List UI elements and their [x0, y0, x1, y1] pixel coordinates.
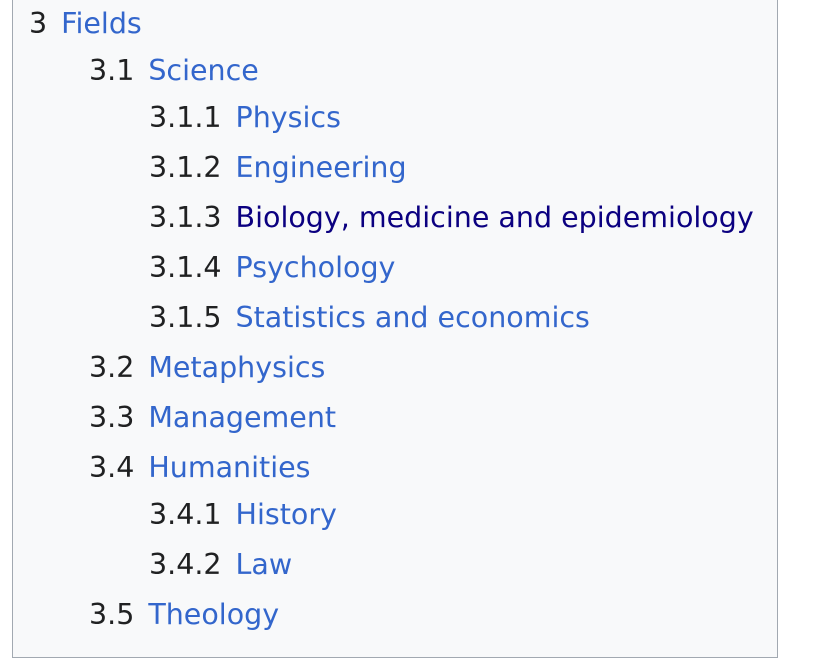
toc-number: 3.1.2: [149, 151, 222, 184]
toc-item-science[interactable]: 3.1 Science: [89, 54, 259, 88]
toc-number: 3.5: [89, 598, 135, 631]
toc-link-theology[interactable]: Theology: [148, 598, 279, 631]
toc-number: 3.1: [89, 54, 135, 87]
toc-link-statistics-economics[interactable]: Statistics and economics: [236, 301, 590, 334]
toc-number: 3.1.5: [149, 301, 222, 334]
toc-number: 3.2: [89, 351, 135, 384]
toc-link-psychology[interactable]: Psychology: [236, 251, 396, 284]
toc-number: 3: [29, 7, 48, 40]
toc-link-engineering[interactable]: Engineering: [236, 151, 407, 184]
toc-item-theology[interactable]: 3.5 Theology: [89, 598, 279, 632]
toc-link-fields[interactable]: Fields: [61, 7, 142, 40]
toc-link-law[interactable]: Law: [236, 548, 293, 581]
toc-number: 3.1.3: [149, 201, 222, 234]
toc-item-management[interactable]: 3.3 Management: [89, 401, 336, 435]
toc-item-engineering[interactable]: 3.1.2 Engineering: [149, 151, 407, 185]
toc-number: 3.4: [89, 451, 135, 484]
toc-link-science[interactable]: Science: [148, 54, 258, 87]
toc-item-metaphysics[interactable]: 3.2 Metaphysics: [89, 351, 325, 385]
toc-item-psychology[interactable]: 3.1.4 Psychology: [149, 251, 395, 285]
toc-item-humanities[interactable]: 3.4 Humanities: [89, 451, 311, 485]
toc-link-history[interactable]: History: [236, 498, 337, 531]
toc-link-biology-medicine-epidemiology[interactable]: Biology, medicine and epidemiology: [236, 201, 754, 234]
toc-number: 3.4.1: [149, 498, 222, 531]
toc-number: 3.1.4: [149, 251, 222, 284]
table-of-contents: 3 Fields 3.1 Science 3.1.1 Physics 3.1.2 Eng…: [12, 0, 778, 658]
toc-number: 3.1.1: [149, 101, 222, 134]
toc-link-metaphysics[interactable]: Metaphysics: [148, 351, 325, 384]
toc-link-management[interactable]: Management: [148, 401, 336, 434]
toc-item-fields[interactable]: 3 Fields: [29, 7, 142, 41]
toc-number: 3.3: [89, 401, 135, 434]
toc-link-humanities[interactable]: Humanities: [148, 451, 310, 484]
toc-item-history[interactable]: 3.4.1 History: [149, 498, 337, 532]
toc-number: 3.4.2: [149, 548, 222, 581]
toc-item-physics[interactable]: 3.1.1 Physics: [149, 101, 341, 135]
toc-link-physics[interactable]: Physics: [236, 101, 341, 134]
toc-item-law[interactable]: 3.4.2 Law: [149, 548, 292, 582]
toc-item-statistics-economics[interactable]: 3.1.5 Statistics and economics: [149, 301, 590, 335]
toc-item-biology-medicine-epidemiology[interactable]: 3.1.3 Biology, medicine and epidemiology: [149, 201, 754, 235]
